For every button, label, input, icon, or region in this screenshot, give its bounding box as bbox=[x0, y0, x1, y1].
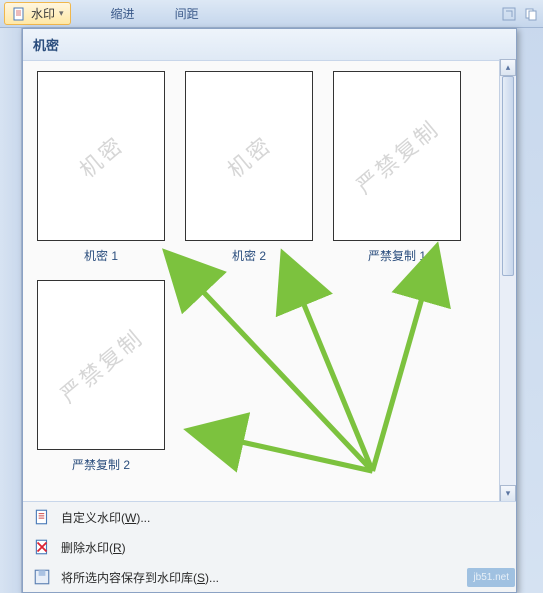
watermark-thumb[interactable]: 严禁复制 严禁复制 2 bbox=[31, 276, 171, 477]
chevron-down-icon: ▾ bbox=[59, 8, 64, 19]
ribbon-bar: 水印 ▾ 缩进 间距 bbox=[0, 0, 543, 28]
ribbon-right-group bbox=[501, 6, 539, 22]
scroll-down-arrow[interactable]: ▾ bbox=[500, 485, 516, 502]
thumb-label: 严禁复制 1 bbox=[368, 247, 426, 264]
scrollbar-thumb[interactable] bbox=[502, 76, 514, 276]
menu-item-label: 删除水印(R) bbox=[61, 539, 126, 556]
watermark-dropdown-button[interactable]: 水印 ▾ bbox=[4, 2, 71, 25]
gallery-footer-menu: 自定义水印(W)... 删除水印(R) 将所选内容保存到水印库(S)... bbox=[23, 501, 516, 592]
thumb-label: 严禁复制 2 bbox=[72, 456, 130, 473]
thumb-preview: 严禁复制 bbox=[333, 71, 461, 241]
custom-watermark-menu-item[interactable]: 自定义水印(W)... bbox=[23, 502, 516, 532]
watermark-text: 机密 bbox=[220, 128, 279, 185]
save-icon bbox=[33, 568, 51, 586]
remove-watermark-menu-item[interactable]: 删除水印(R) bbox=[23, 532, 516, 562]
save-to-gallery-menu-item[interactable]: 将所选内容保存到水印库(S)... bbox=[23, 562, 516, 592]
menu-item-label: 将所选内容保存到水印库(S)... bbox=[61, 569, 219, 586]
gallery-section-header: 机密 bbox=[23, 29, 516, 61]
thumb-preview: 机密 bbox=[185, 71, 313, 241]
watermark-thumb[interactable]: 机密 机密 1 bbox=[31, 67, 171, 268]
watermark-gallery: 机密 机密 1 机密 机密 2 严禁复制 严禁复制 1 严禁复制 bbox=[23, 59, 516, 485]
document-left-edge bbox=[0, 28, 22, 593]
watermark-text: 机密 bbox=[72, 128, 131, 185]
thumb-preview: 机密 bbox=[37, 71, 165, 241]
watermark-text: 严禁复制 bbox=[348, 112, 445, 201]
page-icon bbox=[33, 508, 51, 526]
gallery-scrollbar[interactable]: ▴ ▾ bbox=[499, 59, 516, 502]
thumb-label: 机密 1 bbox=[84, 247, 118, 264]
gallery-scroll-area: 机密 机密 1 机密 机密 2 严禁复制 严禁复制 1 严禁复制 bbox=[23, 59, 516, 502]
watermark-button-label: 水印 bbox=[31, 5, 55, 22]
thumb-label: 机密 2 bbox=[232, 247, 266, 264]
page-icon bbox=[11, 6, 27, 22]
menu-item-label: 自定义水印(W)... bbox=[61, 509, 150, 526]
ribbon-group-spacing: 间距 bbox=[175, 5, 199, 22]
copy-icon[interactable] bbox=[523, 6, 539, 22]
delete-icon bbox=[33, 538, 51, 556]
watermark-thumb[interactable]: 机密 机密 2 bbox=[179, 67, 319, 268]
thumb-preview: 严禁复制 bbox=[37, 280, 165, 450]
scroll-up-arrow[interactable]: ▴ bbox=[500, 59, 516, 76]
watermark-thumb[interactable]: 严禁复制 严禁复制 1 bbox=[327, 67, 467, 268]
watermark-gallery-panel: 机密 机密 机密 1 机密 机密 2 严禁复制 严禁复制 1 bbox=[22, 28, 517, 593]
dialog-launcher-icon[interactable] bbox=[501, 6, 517, 22]
ribbon-group-indent: 缩进 bbox=[111, 5, 135, 22]
watermark-text: 严禁复制 bbox=[52, 321, 149, 410]
